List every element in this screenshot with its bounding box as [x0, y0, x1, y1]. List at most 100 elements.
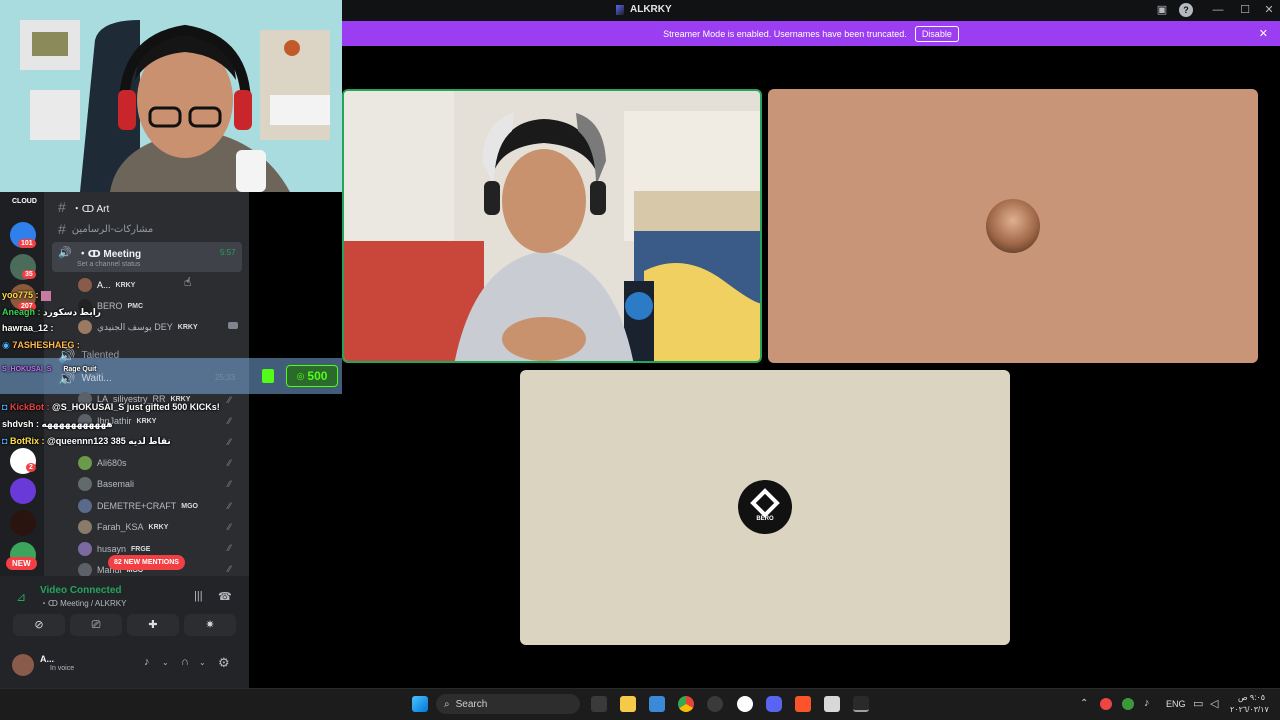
disconnect-icon[interactable]: ☎	[218, 590, 232, 603]
mouse-cursor-icon: ☝	[184, 275, 192, 289]
clock-time[interactable]: ٩:٠٥ ص	[1238, 693, 1265, 702]
chat-line: yoo775 :	[2, 290, 52, 301]
soundboard-icon: ✷	[205, 619, 215, 631]
voice-channel-name[interactable]: ・ↀ Meeting / ALKRKY	[40, 598, 126, 609]
meeting-timer: 5:57	[220, 248, 236, 257]
user-status: In voice	[50, 665, 75, 672]
server-icon-5[interactable]	[10, 478, 36, 504]
server-badge-4: 2	[26, 463, 36, 472]
brave-icon[interactable]	[795, 696, 811, 712]
deafened-icon: ⁄⁄	[228, 458, 232, 468]
network-icon[interactable]: ▭	[1193, 697, 1203, 710]
tray-chevron-icon[interactable]: ⌃	[1080, 698, 1088, 709]
activities-icon: ✚	[148, 619, 158, 631]
server-icon-6[interactable]	[10, 510, 36, 536]
bero-avatar: BERO	[738, 480, 792, 534]
avatar	[78, 520, 92, 534]
avatar	[78, 278, 92, 292]
new-mentions-pill[interactable]: 82 NEW MENTIONS	[108, 555, 185, 570]
tray-app-icon[interactable]	[1100, 698, 1112, 710]
bero-label: BERO	[756, 516, 774, 522]
voice-status[interactable]: Video Connected	[40, 585, 122, 596]
avatar	[78, 542, 92, 556]
app-icon[interactable]	[707, 696, 723, 712]
channel-artists[interactable]: # مشاركات-الرسامين	[58, 221, 153, 237]
video-tile-camera[interactable]	[342, 89, 762, 363]
clock-date[interactable]: ٢٠٢٦/٠٣/١٧	[1230, 705, 1269, 714]
camera-off-icon: ⊘	[34, 619, 44, 631]
soundboard-button[interactable]: ✷	[184, 614, 236, 636]
chat-line: ◘ KickBot : @S_HOKUSAI_S just gifted 500…	[2, 402, 220, 412]
deafened-icon: ⁄⁄	[228, 522, 232, 532]
obs-icon[interactable]	[824, 696, 840, 712]
deafened-icon: ⁄⁄	[228, 479, 232, 489]
file-explorer-icon[interactable]	[620, 696, 636, 712]
tray-app-icon[interactable]	[1122, 698, 1134, 710]
chat-line: Aneagh : رابط دسكورد	[2, 307, 101, 317]
kick-logo-icon	[262, 369, 274, 383]
signal-icon: ⊿	[16, 590, 27, 604]
camera-toggle-button[interactable]: ⊘	[13, 614, 65, 636]
chrome-icon[interactable]	[678, 696, 694, 712]
maximize-button[interactable]: ☐	[1238, 3, 1252, 17]
member-row[interactable]: يوسف الجنيدي DEY KRKY	[78, 319, 198, 335]
new-badge[interactable]: NEW	[6, 557, 37, 570]
screen-share-icon[interactable]: ▣	[1155, 3, 1169, 17]
chevron-down-icon[interactable]: ⌄	[199, 658, 206, 667]
deafened-icon: ⁄⁄	[228, 437, 232, 447]
discord-icon[interactable]	[766, 696, 782, 712]
member-row[interactable]: DEMETRE+CRAFT MGO	[78, 498, 198, 514]
server-badge-2: 35	[22, 270, 36, 279]
minimize-button[interactable]: —	[1211, 3, 1225, 17]
noise-suppression-icon[interactable]: |||	[194, 590, 203, 602]
microphone-icon[interactable]: ♪	[144, 656, 150, 668]
member-row[interactable]: Basemali	[78, 476, 134, 492]
start-button-icon[interactable]	[412, 696, 428, 712]
member-row[interactable]: A... KRKY	[78, 277, 135, 293]
close-banner-icon[interactable]: ✕	[1259, 27, 1268, 40]
user-name: A...	[40, 654, 55, 664]
store-icon[interactable]	[649, 696, 665, 712]
avatar	[78, 320, 92, 334]
chat-line: S_HOKUSAI_S Rage Quit	[2, 366, 97, 373]
channel-status-placeholder[interactable]: Set a channel status	[77, 261, 140, 268]
participant-video-feed	[344, 91, 760, 361]
help-icon[interactable]: ?	[1179, 3, 1193, 17]
channel-art[interactable]: # ・ↀ Art	[58, 199, 109, 215]
steam-icon[interactable]	[737, 696, 753, 712]
kicks-gift-badge: ◎ 500	[286, 365, 338, 387]
disable-streamer-mode-button[interactable]: Disable	[914, 25, 959, 42]
avatar	[78, 563, 92, 577]
volume-icon[interactable]: ◁	[1210, 697, 1218, 710]
taskbar-search[interactable]: ⌕ Search	[436, 694, 580, 714]
video-tile-bero[interactable]: BERO	[520, 370, 1010, 645]
avatar	[78, 499, 92, 513]
active-app-icon[interactable]	[853, 696, 869, 712]
language-indicator[interactable]: ENG	[1166, 699, 1186, 709]
camera-icon	[228, 322, 238, 329]
channel-meeting[interactable]: 🔊 ・ↀ Meeting	[58, 245, 141, 260]
member-row[interactable]: Ali680s	[78, 455, 127, 471]
close-window-button[interactable]: ✕	[1262, 3, 1276, 17]
streamer-video-feed	[0, 0, 342, 192]
avatar	[78, 477, 92, 491]
cloud-server-icon[interactable]: CLOUD	[12, 198, 37, 205]
tray-mic-icon[interactable]: ♪	[1144, 697, 1150, 709]
screen-share-button[interactable]: ⎚	[70, 614, 122, 636]
deafened-icon: ⁄⁄	[228, 416, 232, 426]
chevron-down-icon[interactable]: ⌄	[162, 658, 169, 667]
chat-line: hawraa_12 :	[2, 323, 54, 333]
verified-icon: ◉	[2, 340, 10, 350]
badge-icon: ◘	[2, 402, 8, 412]
text-channel-icon: #	[58, 199, 66, 215]
user-avatar[interactable]	[12, 654, 34, 676]
headphones-icon[interactable]: ∩	[181, 656, 189, 668]
member-row[interactable]: Farah_KSA KRKY	[78, 519, 168, 535]
task-view-icon[interactable]	[591, 696, 607, 712]
streamer-mode-text: Streamer Mode is enabled. Usernames have…	[663, 28, 907, 39]
settings-gear-icon[interactable]: ⚙	[218, 655, 230, 671]
activities-button[interactable]: ✚	[127, 614, 179, 636]
video-tile-participant-avatar[interactable]	[768, 89, 1258, 363]
streamer-webcam-overlay	[0, 0, 342, 192]
badge-icon: ◘	[2, 436, 8, 446]
